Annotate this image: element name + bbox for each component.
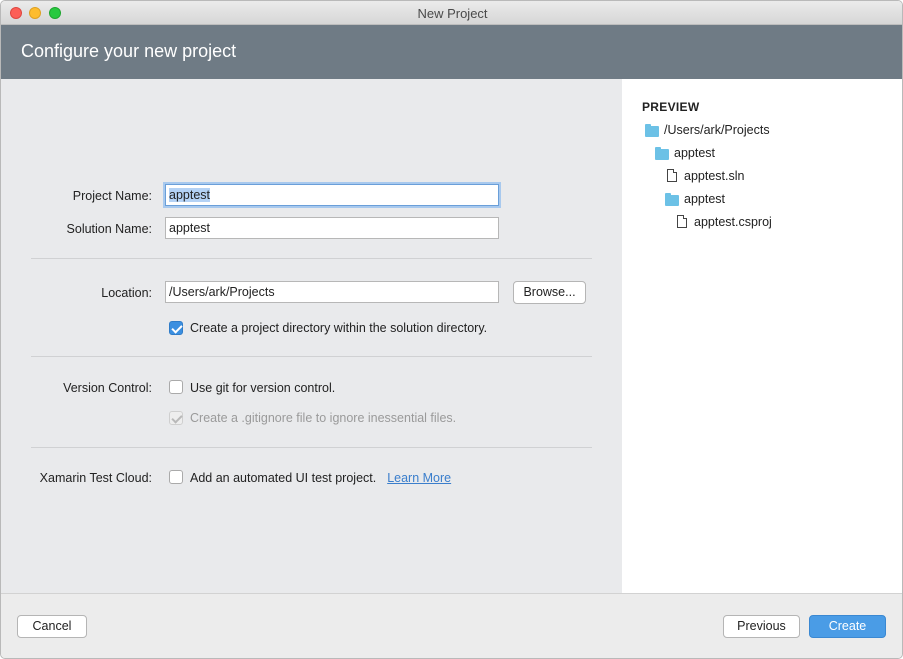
file-icon [677, 215, 687, 228]
gitignore-checkbox [169, 411, 183, 425]
solution-name-value: apptest [169, 221, 211, 235]
footer: Cancel Previous Create [1, 593, 902, 658]
divider [31, 447, 592, 448]
window-title: New Project [417, 6, 488, 21]
project-name-label: Project Name: [72, 189, 152, 203]
folder-icon [645, 124, 659, 137]
page-title: Configure your new project [21, 41, 237, 61]
folder-icon [665, 193, 679, 206]
preview-pane: PREVIEW /Users/ark/Projects apptest appt… [622, 79, 902, 593]
new-project-window: New Project Configure your new project P… [0, 0, 903, 659]
browse-button[interactable]: Browse... [513, 281, 586, 304]
location-value: /Users/ark/Projects [169, 285, 275, 299]
solution-name-label: Solution Name: [66, 222, 152, 236]
tree-item-csproj: apptest.csproj [694, 215, 772, 229]
file-icon [667, 169, 677, 182]
location-label: Location: [101, 286, 152, 300]
use-git-checkbox[interactable] [169, 380, 183, 394]
previous-button[interactable]: Previous [723, 615, 800, 638]
configuration-form: Project Name: apptest Solution Name: app… [1, 79, 622, 593]
preview-title: PREVIEW [642, 100, 700, 114]
create-directory-label: Create a project directory within the so… [190, 321, 488, 335]
test-cloud-checkbox[interactable] [169, 470, 183, 484]
version-control-label: Version Control: [63, 381, 152, 395]
tree-item-solution-folder: apptest [674, 146, 716, 160]
divider [31, 258, 592, 259]
location-input[interactable]: /Users/ark/Projects [165, 281, 499, 303]
create-button[interactable]: Create [809, 615, 886, 638]
gitignore-label: Create a .gitignore file to ignore iness… [190, 411, 457, 425]
tree-item-root: /Users/ark/Projects [664, 123, 770, 137]
folder-icon [655, 147, 669, 160]
learn-more-link[interactable]: Learn More [387, 471, 451, 485]
create-directory-checkbox[interactable] [169, 321, 183, 335]
title-bar: New Project [1, 1, 902, 25]
test-cloud-option-label: Add an automated UI test project. Learn … [190, 471, 451, 485]
test-cloud-option-text: Add an automated UI test project. [190, 471, 377, 485]
test-cloud-label: Xamarin Test Cloud: [39, 471, 152, 485]
header-band: Configure your new project [1, 25, 902, 79]
project-name-input[interactable]: apptest [165, 184, 499, 206]
tree-item-project-folder: apptest [684, 192, 726, 206]
use-git-label: Use git for version control. [190, 381, 336, 395]
cancel-button[interactable]: Cancel [17, 615, 87, 638]
divider [31, 356, 592, 357]
tree-item-sln: apptest.sln [684, 169, 745, 183]
project-name-value: apptest [169, 188, 211, 202]
solution-name-input[interactable]: apptest [165, 217, 499, 239]
